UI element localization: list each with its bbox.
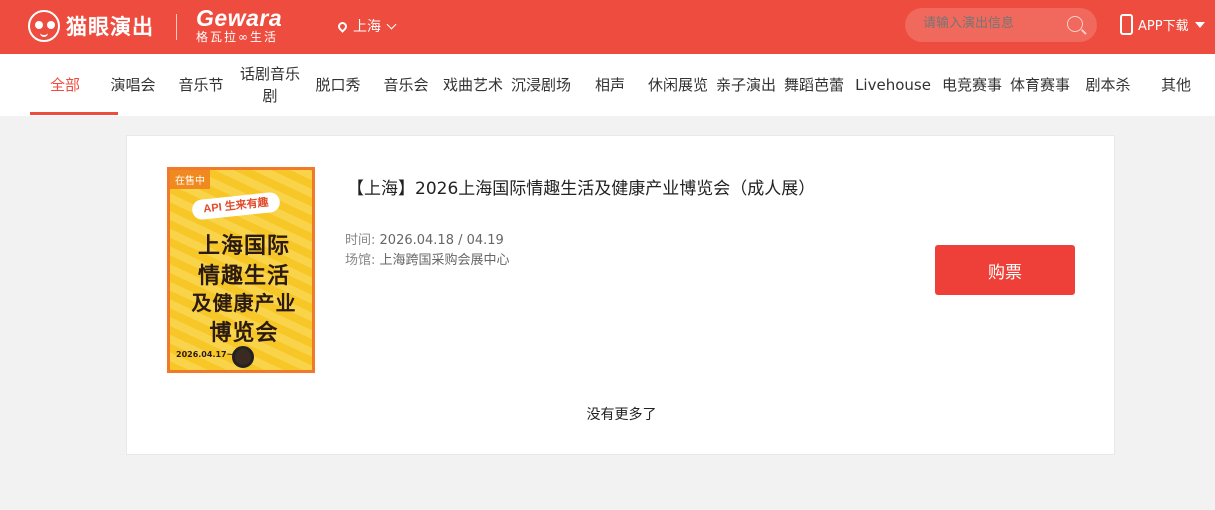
app-download-link[interactable]: APP下载 [1120, 14, 1205, 35]
nav-item-livehouse[interactable]: Livehouse [852, 54, 934, 116]
gewara-subtitle: 格瓦拉∞生活 [196, 30, 278, 44]
venue-label: 场馆: [345, 253, 376, 268]
city-name: 上海 [353, 19, 381, 35]
nav-item-immersive-theater[interactable]: 沉浸剧场 [511, 54, 571, 116]
no-more-text: 没有更多了 [586, 407, 657, 423]
event-title[interactable]: 【上海】2026上海国际情趣生活及健康产业博览会（成人展） [347, 174, 815, 199]
gewara-logo[interactable]: Gewara 格瓦拉∞生活 [196, 6, 282, 44]
nav-item-script-murder[interactable]: 剧本杀 [1078, 54, 1138, 116]
nav-item-crosstalk[interactable]: 相声 [580, 54, 640, 116]
location-pin-icon [336, 19, 349, 33]
chevron-down-icon [386, 19, 397, 29]
event-poster[interactable]: 在售中 API 生来有趣 上海国际 情趣生活 及健康产业 博览会 2026.04… [167, 167, 315, 373]
nav-item-classical-concert[interactable]: 音乐会 [375, 54, 437, 116]
logo-divider [176, 14, 177, 40]
event-venue: 场馆: 上海跨国采购会展中心 [345, 249, 510, 268]
nav-item-opera-art[interactable]: 戏曲艺术 [443, 54, 503, 116]
category-nav: 全部 演唱会 音乐节 话剧音乐剧 脱口秀 音乐会 戏曲艺术 沉浸剧场 相声 休闲… [0, 54, 1215, 116]
poster-line: 上海国际 [197, 234, 290, 259]
nav-item-kids-show[interactable]: 亲子演出 [716, 54, 776, 116]
gewara-brand: Gewara [196, 5, 283, 31]
venue-value: 上海跨国采购会展中心 [379, 253, 510, 268]
poster-line: 博览会 [209, 321, 279, 346]
nav-item-drama-musical[interactable]: 话剧音乐剧 [240, 54, 300, 116]
city-selector[interactable]: 上海 [336, 16, 397, 36]
nav-item-all[interactable]: 全部 [30, 54, 100, 116]
event-card: 在售中 API 生来有趣 上海国际 情趣生活 及健康产业 博览会 2026.04… [126, 135, 1115, 455]
app-download-label: APP下载 [1138, 19, 1189, 34]
poster-line: 及健康产业 [191, 291, 297, 315]
phone-icon [1120, 14, 1133, 35]
nav-item-dance-ballet[interactable]: 舞蹈芭蕾 [784, 54, 844, 116]
nav-item-exhibition[interactable]: 休闲展览 [648, 54, 708, 116]
search-input[interactable] [923, 16, 1063, 31]
cat-logo-icon [28, 10, 60, 42]
poster-line: 情趣生活 [197, 264, 290, 289]
nav-item-sports[interactable]: 体育赛事 [1010, 54, 1070, 116]
nav-item-talk-show[interactable]: 脱口秀 [307, 54, 369, 116]
nav-item-esports[interactable]: 电竞赛事 [942, 54, 1002, 116]
time-label: 时间: [345, 233, 376, 248]
nav-item-other[interactable]: 其他 [1148, 54, 1204, 116]
event-time: 时间: 2026.04.18 / 04.19 [345, 229, 504, 248]
maoyan-brand: 猫眼演出 [66, 15, 154, 39]
top-header: 猫眼演出 Gewara 格瓦拉∞生活 上海 APP下载 [0, 0, 1215, 54]
caret-down-icon [1194, 21, 1205, 28]
poster-mascot-icon [232, 346, 254, 368]
active-tab-underline [30, 112, 118, 115]
buy-ticket-button[interactable]: 购票 [935, 245, 1075, 295]
on-sale-badge: 在售中 [170, 170, 210, 189]
time-value: 2026.04.18 / 04.19 [379, 233, 504, 248]
nav-item-concert[interactable]: 演唱会 [102, 54, 164, 116]
search-icon[interactable] [1067, 16, 1083, 32]
nav-item-music-festival[interactable]: 音乐节 [170, 54, 232, 116]
search-box [905, 8, 1097, 42]
maoyan-logo[interactable]: 猫眼演出 [28, 10, 154, 42]
